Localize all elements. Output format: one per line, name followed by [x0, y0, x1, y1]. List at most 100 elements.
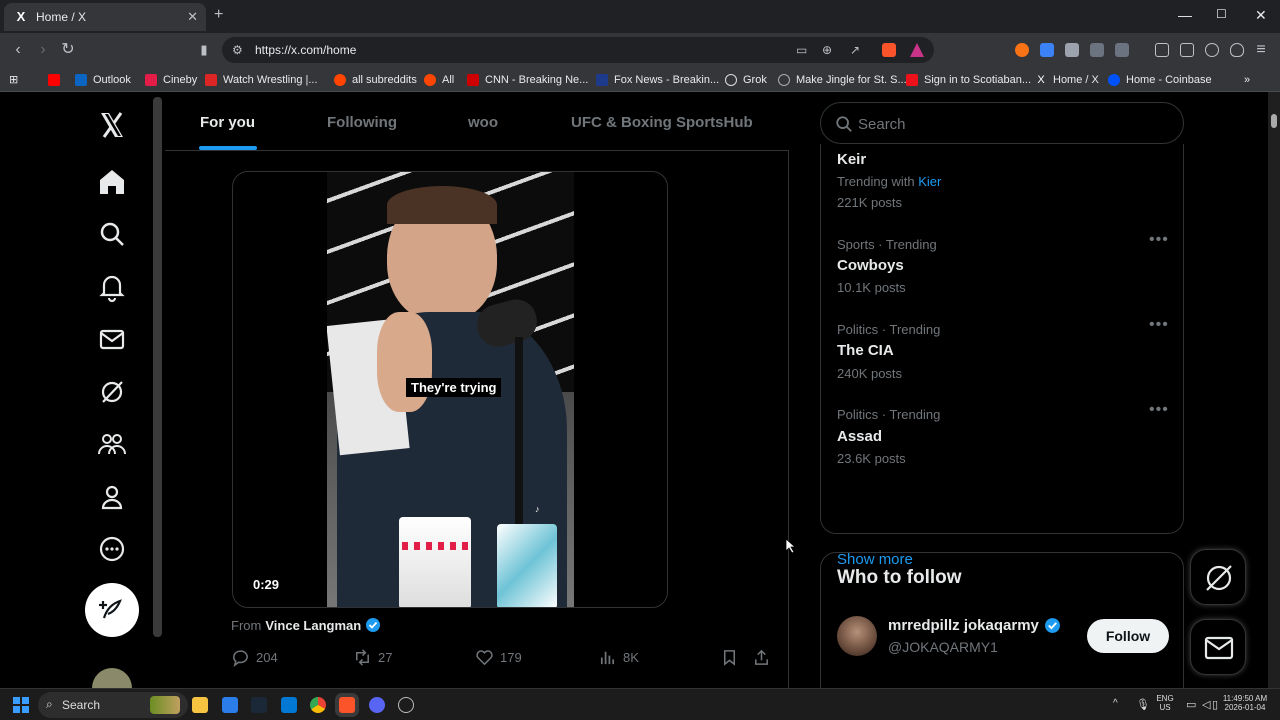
trend-title[interactable]: The CIA [837, 342, 894, 359]
sidebar-scrollbar[interactable] [153, 97, 162, 637]
bookmark-outlook[interactable]: Outlook [75, 72, 131, 87]
brave-shields-icon[interactable] [882, 43, 896, 57]
chrome-icon[interactable] [310, 697, 326, 713]
brave-rewards-icon[interactable] [910, 43, 924, 57]
steam-icon[interactable] [251, 697, 267, 713]
like-button[interactable]: 179 [475, 648, 522, 667]
extension-icon[interactable] [1065, 43, 1079, 57]
avatar[interactable] [837, 616, 877, 656]
bookmark-cnn[interactable]: CNN - Breaking Ne... [467, 72, 588, 87]
grok-float-button[interactable] [1190, 549, 1246, 605]
tab-woo[interactable]: woo [468, 114, 498, 131]
zoom-icon[interactable]: ⊕ [822, 43, 832, 57]
bookmark-fox-news[interactable]: Fox News - Breakin... [596, 72, 719, 87]
window-close-icon[interactable]: ✕ [1255, 7, 1267, 24]
messages-icon[interactable] [96, 323, 128, 355]
minimize-icon[interactable]: — [1178, 7, 1192, 23]
trend-title[interactable]: Keir [837, 151, 866, 168]
wallet-icon[interactable] [1180, 43, 1194, 57]
site-info-icon[interactable]: ⚙ [232, 43, 243, 57]
youtube-icon[interactable] [48, 72, 66, 87]
bookmark-grok[interactable]: Grok [725, 72, 767, 87]
trend-more-icon[interactable]: ••• [1149, 401, 1169, 419]
trend-title[interactable]: Cowboys [837, 257, 904, 274]
x-logo-icon[interactable] [96, 109, 128, 141]
discord-icon[interactable] [369, 697, 385, 713]
share-icon[interactable]: ↗ [850, 43, 860, 57]
tab-for-you[interactable]: For you [200, 114, 255, 131]
suggested-user-name[interactable]: mrredpillz jokaqarmy [888, 617, 1061, 634]
clock[interactable]: 11:49:50 AM 2026-01-04 [1218, 694, 1272, 712]
trend-title[interactable]: Assad [837, 428, 882, 445]
views-button[interactable]: 8K [598, 648, 639, 667]
browser-tab[interactable]: X Home / X ✕ [4, 3, 206, 31]
volume-icon[interactable]: ◁ [1202, 698, 1210, 711]
extension-icon[interactable] [1040, 43, 1054, 57]
microphone-icon[interactable]: 🎙 [1136, 698, 1150, 711]
puzzle-icon[interactable] [1090, 43, 1104, 57]
follow-button[interactable]: Follow [1087, 619, 1169, 653]
bookmark-button[interactable] [720, 648, 745, 667]
maximize-icon[interactable]: ☐ [1216, 7, 1227, 21]
file-explorer-icon[interactable] [192, 697, 208, 713]
reddit-icon [424, 73, 436, 86]
bookmark-all-subreddits[interactable]: all subreddits [334, 72, 417, 87]
store-icon[interactable] [281, 697, 297, 713]
tray-overflow-icon[interactable]: ^ [1113, 698, 1118, 709]
windows-start-icon[interactable] [13, 697, 29, 713]
tab-following[interactable]: Following [327, 114, 397, 131]
messages-float-button[interactable] [1190, 619, 1246, 675]
trending-with-link[interactable]: Kier [918, 174, 941, 189]
sidebar-icon[interactable] [1155, 43, 1169, 57]
more-bookmarks-icon[interactable]: » [1244, 72, 1250, 87]
apps-icon[interactable]: ⊞ [9, 72, 18, 87]
source-author-link[interactable]: Vince Langman [265, 618, 361, 633]
brave-icon[interactable] [339, 697, 355, 713]
bookmark-coinbase[interactable]: Home - Coinbase [1108, 72, 1212, 87]
repost-button[interactable]: 27 [353, 648, 392, 667]
tab-ufc-boxing[interactable]: UFC & Boxing SportsHub [571, 114, 753, 131]
trend-more-icon[interactable]: ••• [1149, 231, 1169, 249]
scrollbar-thumb[interactable] [1271, 114, 1277, 128]
account-avatar[interactable] [92, 668, 132, 688]
extension-icon[interactable] [1015, 43, 1029, 57]
taskbar-search[interactable]: ⌕ Search [38, 692, 188, 718]
leo-icon[interactable] [1205, 43, 1219, 57]
outlook-app-icon[interactable] [222, 697, 238, 713]
extension-icon[interactable] [1115, 43, 1129, 57]
compose-post-button[interactable] [85, 583, 139, 637]
bookmark-home-x[interactable]: X Home / X [1035, 72, 1099, 87]
profile-icon[interactable] [96, 481, 128, 513]
back-icon[interactable]: ‹ [9, 41, 27, 59]
vpn-icon[interactable] [1230, 43, 1244, 57]
notifications-icon[interactable] [96, 271, 128, 303]
bookmark-scotiabank[interactable]: Sign in to Scotiaban... [906, 72, 1031, 87]
forward-icon[interactable]: › [34, 41, 52, 59]
url-text[interactable]: https://x.com/home [255, 43, 356, 57]
reply-button[interactable]: 204 [231, 648, 278, 667]
trend-more-icon[interactable]: ••• [1149, 316, 1169, 334]
home-icon[interactable] [96, 166, 128, 198]
new-tab-icon[interactable]: + [214, 6, 223, 24]
cast-icon[interactable]: ▭ [796, 43, 807, 57]
menu-icon[interactable]: ≡ [1252, 41, 1270, 59]
bookmark-icon[interactable]: ▮ [195, 41, 213, 59]
bookmark-all[interactable]: All [424, 72, 454, 87]
address-bar[interactable]: ⚙ https://x.com/home ▭ ⊕ ↗ [222, 37, 934, 63]
app-icon[interactable] [398, 697, 414, 713]
more-icon[interactable] [96, 533, 128, 565]
video-player[interactable]: ♪ They're trying 0:29 [232, 171, 668, 608]
share-button[interactable] [752, 648, 777, 667]
tab-close-icon[interactable]: ✕ [187, 9, 198, 25]
communities-icon[interactable] [96, 428, 128, 460]
bookmark-jingle[interactable]: Make Jingle for St. S... [778, 72, 907, 87]
page-scrollbar[interactable] [1268, 92, 1280, 688]
explore-icon[interactable] [96, 218, 128, 250]
reload-icon[interactable]: ↻ [59, 41, 77, 59]
network-icon[interactable]: ▭ [1186, 698, 1196, 711]
search-input[interactable]: Search [820, 102, 1184, 144]
bookmark-cineby[interactable]: Cineby [145, 72, 197, 87]
grok-icon[interactable] [96, 376, 128, 408]
bookmark-wrestling[interactable]: Watch Wrestling |... [205, 72, 318, 87]
language-indicator[interactable]: ENG US [1153, 694, 1177, 712]
